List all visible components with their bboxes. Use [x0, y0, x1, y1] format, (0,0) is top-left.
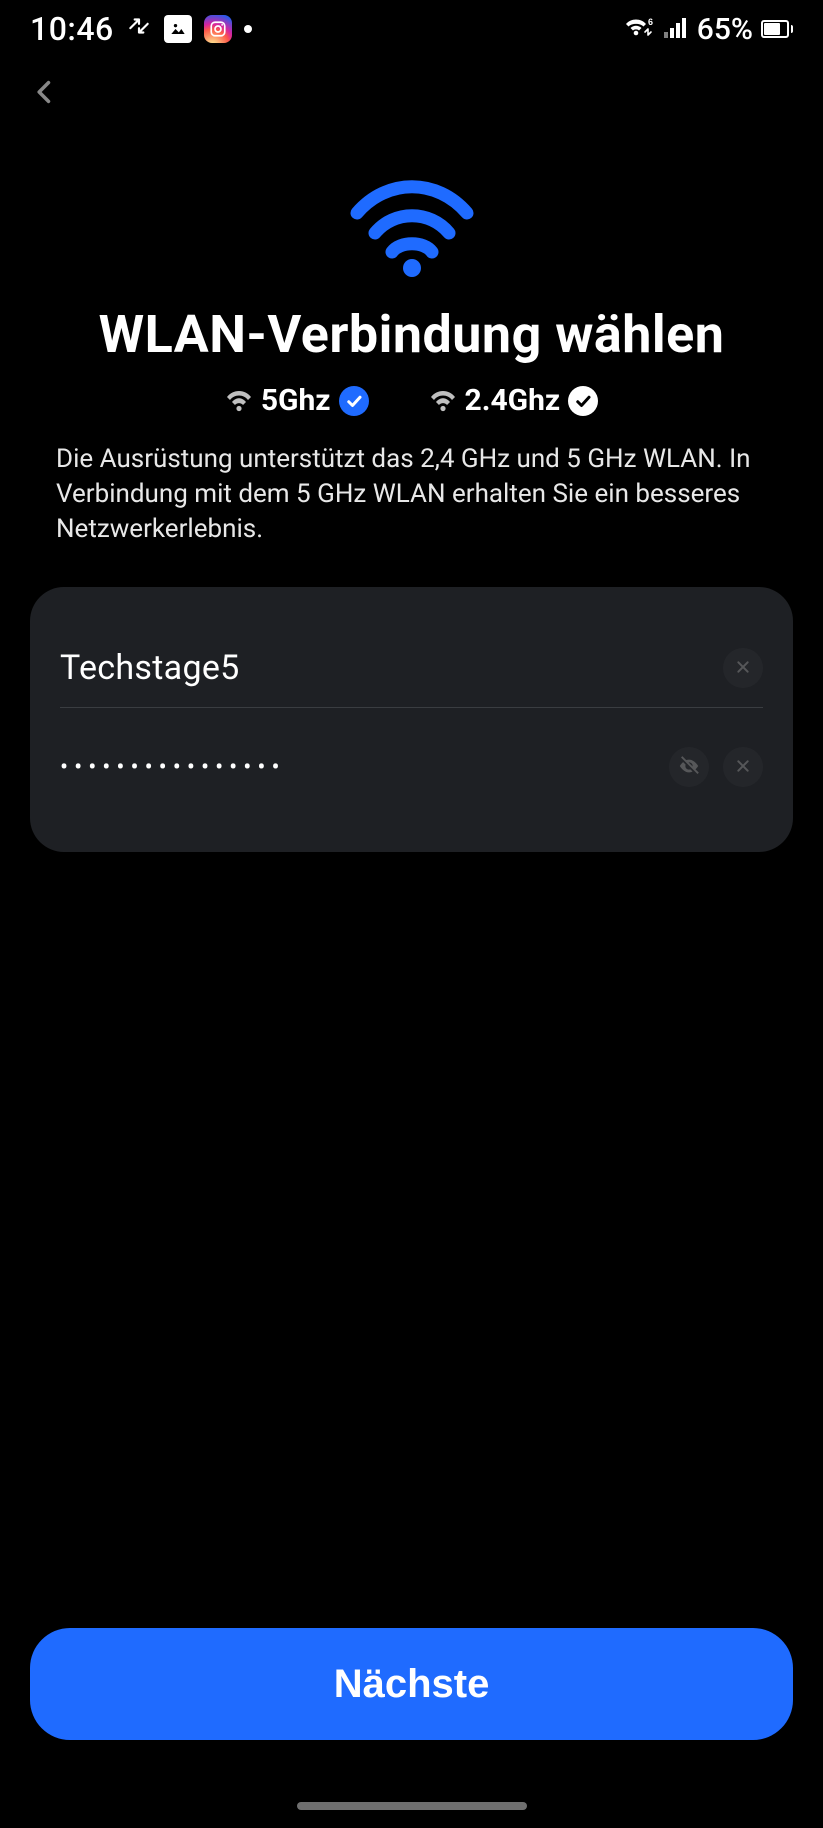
wifi6-icon: 6	[623, 12, 655, 47]
password-field-row	[60, 732, 763, 802]
battery-text: 65%	[697, 12, 753, 47]
back-button[interactable]	[20, 68, 70, 118]
nfc-icon	[126, 12, 152, 47]
next-button-label: Nächste	[334, 1662, 490, 1706]
wifi-hero-icon	[342, 178, 482, 278]
toggle-password-visibility-button[interactable]	[669, 747, 709, 787]
bottom-actions: Nächste	[30, 1628, 793, 1740]
eye-off-icon	[678, 755, 700, 780]
wifi-icon	[225, 390, 253, 412]
ssid-field-row	[60, 633, 763, 703]
close-icon	[735, 659, 751, 678]
checkmark-icon	[339, 386, 369, 416]
status-bar: 10:46 6	[0, 0, 823, 58]
band-label: 2.4Ghz	[465, 383, 561, 418]
battery-icon	[761, 20, 793, 38]
description-text: Die Ausrüstung unterstützt das 2,4 GHz u…	[56, 442, 767, 547]
divider	[60, 707, 763, 708]
status-left: 10:46	[30, 10, 252, 48]
chevron-left-icon	[31, 72, 59, 115]
status-time: 10:46	[30, 10, 114, 48]
band-option-2.4ghz[interactable]: 2.4Ghz	[429, 383, 599, 418]
band-label: 5Ghz	[261, 383, 331, 418]
next-button[interactable]: Nächste	[30, 1628, 793, 1740]
band-selector: 5Ghz 2.4Ghz	[225, 383, 598, 418]
clear-password-button[interactable]	[723, 747, 763, 787]
nav-bar	[0, 58, 823, 128]
more-notifications-dot-icon	[244, 25, 252, 33]
clear-ssid-button[interactable]	[723, 648, 763, 688]
checkmark-icon	[568, 386, 598, 416]
ssid-input[interactable]	[60, 648, 709, 688]
status-right: 6 65%	[623, 12, 793, 47]
password-input[interactable]	[60, 753, 655, 781]
cellular-signal-icon	[663, 12, 689, 47]
page-title: WLAN-Verbindung wählen	[99, 304, 725, 365]
instagram-icon	[204, 15, 232, 43]
wifi-credentials-card	[30, 587, 793, 852]
close-icon	[735, 758, 751, 777]
wifi-icon	[429, 390, 457, 412]
gallery-icon	[164, 15, 192, 43]
svg-text:6: 6	[648, 17, 653, 27]
band-option-5ghz[interactable]: 5Ghz	[225, 383, 369, 418]
home-indicator[interactable]	[297, 1802, 527, 1810]
